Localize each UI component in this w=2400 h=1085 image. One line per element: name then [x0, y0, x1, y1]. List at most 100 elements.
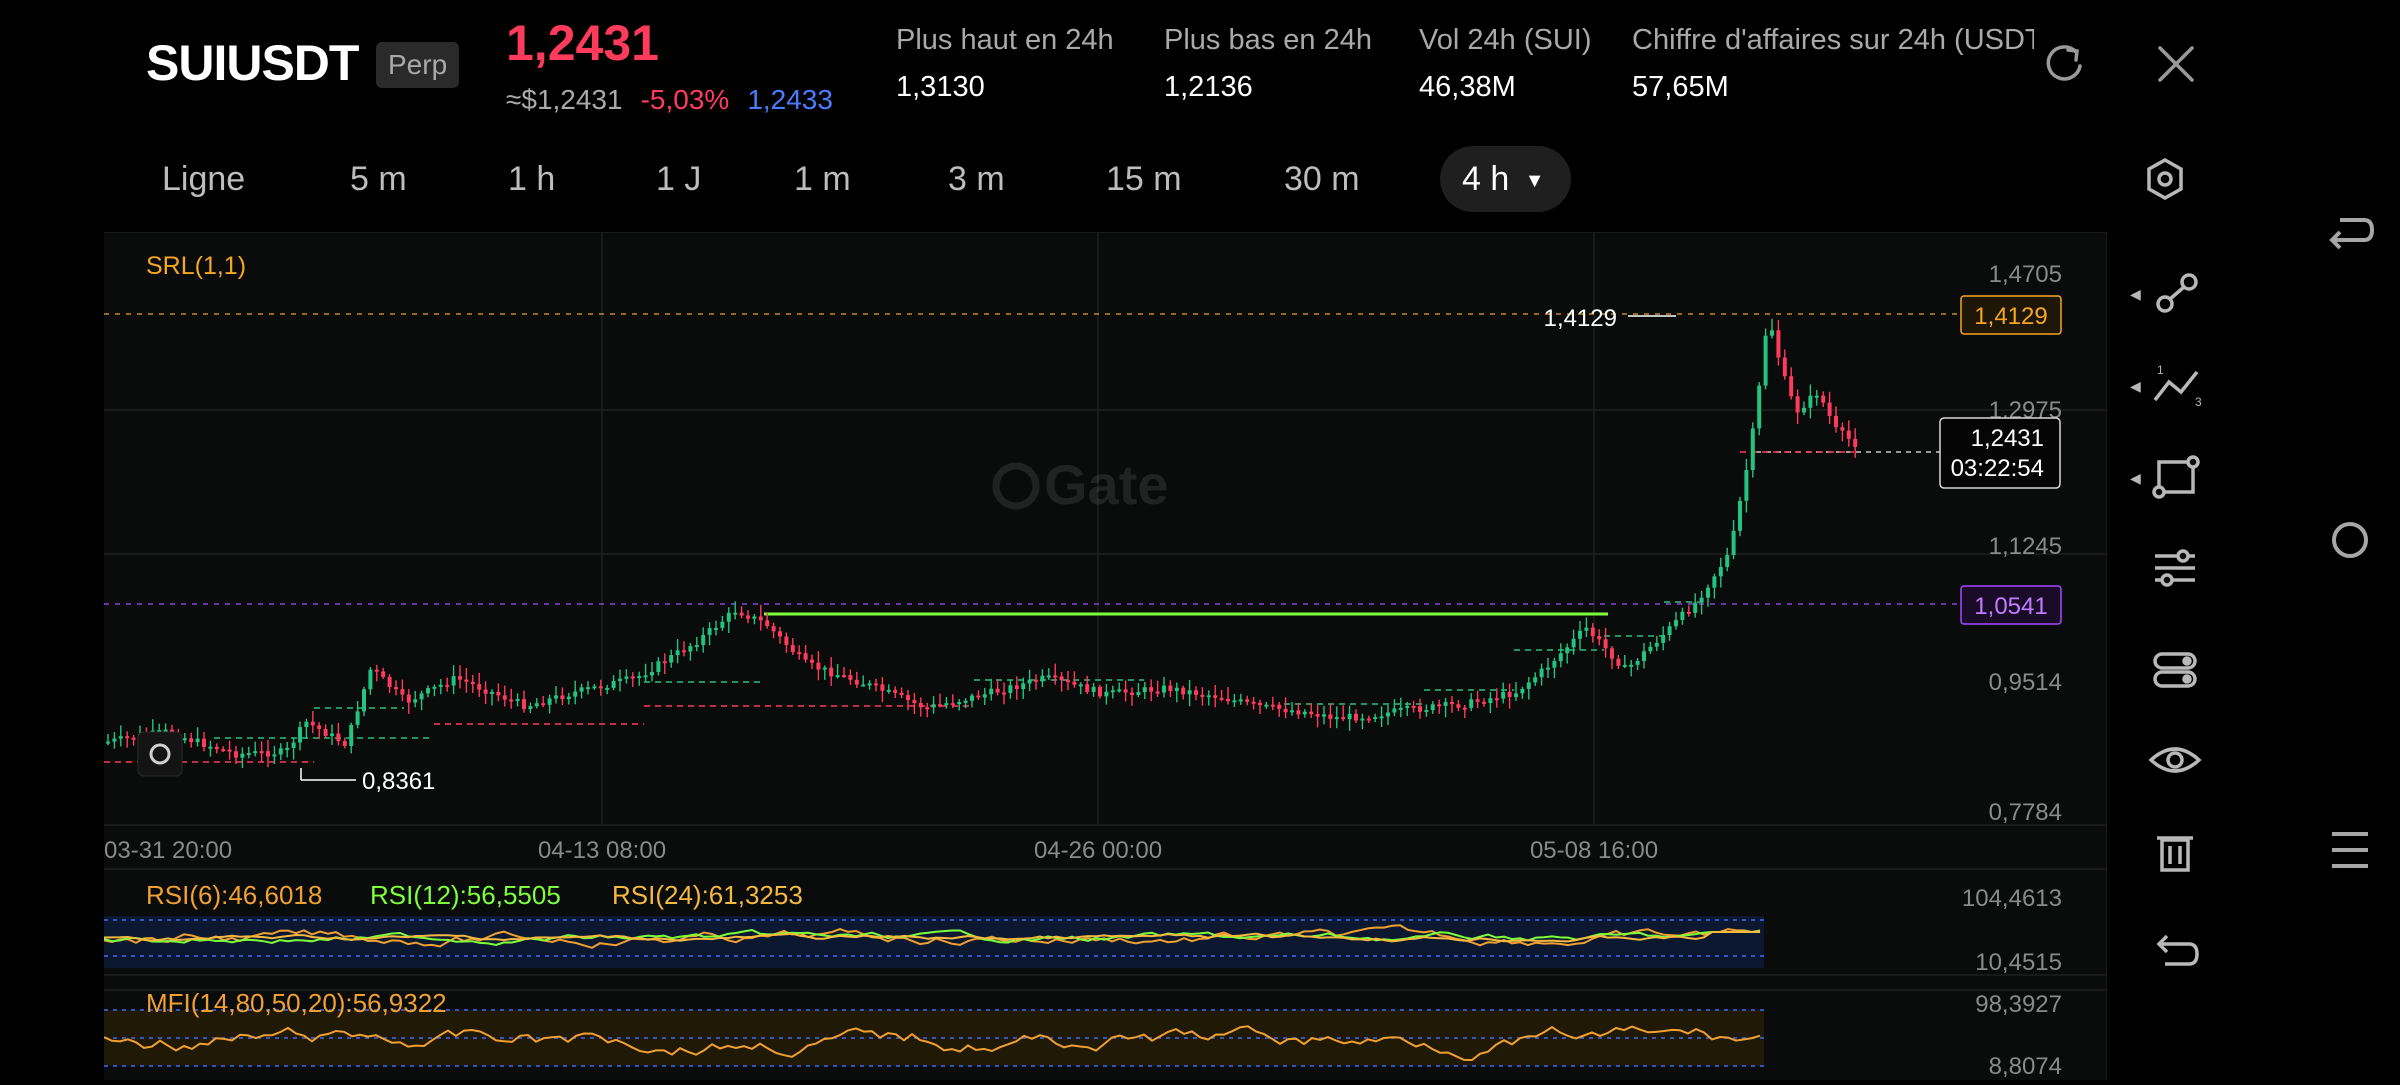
candle	[982, 694, 987, 698]
candle	[784, 636, 789, 645]
candle	[1181, 687, 1186, 695]
rsi6-label: RSI(6):46,6018	[146, 880, 322, 910]
candle	[566, 696, 571, 700]
candle	[1014, 685, 1019, 690]
candle	[1200, 694, 1205, 697]
candle	[195, 738, 200, 743]
stat-turnover-24h: Chiffre d'affaires sur 24h (USDT) 57,65M	[1632, 24, 2034, 104]
layout-icon[interactable]	[2135, 640, 2215, 700]
candle	[182, 738, 187, 741]
candle	[720, 621, 725, 628]
candle	[1533, 677, 1538, 683]
candle	[406, 694, 411, 703]
candle	[304, 721, 309, 728]
candle	[1840, 427, 1845, 431]
tab-ligne[interactable]: Ligne	[140, 146, 267, 212]
tab-30m[interactable]: 30 m	[1262, 146, 1382, 212]
candle	[349, 724, 354, 746]
menu-icon[interactable]	[2310, 820, 2390, 880]
candle	[528, 706, 533, 710]
candle	[675, 650, 680, 656]
price-chart[interactable]: Gate 1,4129 0,8361 SRL(1,1) 1,4705 1,297…	[103, 231, 2106, 1080]
candle	[1046, 675, 1051, 678]
price-tick: 0,7784	[1989, 799, 2062, 826]
candle	[765, 620, 770, 627]
time-tick: 04-26 00:00	[1034, 837, 1162, 864]
candle	[1744, 470, 1749, 501]
tab-3m[interactable]: 3 m	[926, 146, 1027, 212]
candle	[1437, 704, 1442, 707]
home-icon[interactable]	[2310, 510, 2390, 570]
time-tick: 05-08 16:00	[1530, 837, 1658, 864]
candle	[1053, 675, 1058, 678]
candle	[1731, 530, 1736, 555]
candle	[1616, 658, 1621, 666]
candle	[1245, 699, 1250, 702]
candle	[1590, 627, 1595, 637]
candle	[317, 725, 322, 730]
candle	[707, 628, 712, 635]
candle	[534, 703, 539, 707]
undo-icon[interactable]	[2135, 922, 2215, 982]
stat-label: Chiffre d'affaires sur 24h (USDT)	[1632, 24, 2034, 56]
indicator-settings-icon[interactable]	[2135, 538, 2215, 598]
candle	[701, 634, 706, 646]
close-icon[interactable]	[2154, 42, 2198, 86]
tab-5m[interactable]: 5 m	[328, 146, 429, 212]
candle	[950, 703, 955, 706]
delete-icon[interactable]	[2135, 822, 2215, 882]
candle	[752, 616, 757, 619]
candle	[1206, 695, 1211, 698]
visibility-icon[interactable]	[2135, 730, 2215, 790]
candle	[502, 695, 507, 700]
candle	[1162, 685, 1166, 693]
candle	[746, 615, 750, 619]
candle	[605, 687, 610, 690]
candle	[586, 687, 590, 690]
candle	[1526, 682, 1531, 689]
candle	[1520, 688, 1525, 694]
candle	[227, 749, 232, 752]
candle	[1411, 705, 1416, 708]
candle	[509, 699, 514, 702]
candle	[1808, 395, 1813, 408]
candle	[1034, 679, 1038, 682]
chart-area[interactable]: Gate 1,4129 0,8361 SRL(1,1) 1,4705 1,297…	[103, 231, 2240, 1080]
candle	[592, 686, 597, 689]
tab-1h[interactable]: 1 h	[486, 146, 577, 212]
candle	[867, 683, 872, 686]
tab-1m[interactable]: 1 m	[772, 146, 873, 212]
drawing-toolbar: ◀ ◀ 1 3 ◀	[2106, 232, 2241, 1080]
candle	[208, 746, 213, 749]
back-icon[interactable]	[2310, 200, 2390, 260]
price-tick: 1,1245	[1989, 533, 2062, 560]
srl-indicator-label[interactable]: SRL(1,1)	[146, 252, 246, 280]
candle	[1098, 686, 1102, 697]
tab-15m[interactable]: 15 m	[1084, 146, 1204, 212]
trend-line-icon[interactable]: ◀ 1 3	[2130, 356, 2215, 416]
hexagon-settings-icon[interactable]	[2140, 154, 2190, 204]
candle	[1418, 706, 1422, 712]
symbol-title[interactable]: SUIUSDT	[146, 34, 359, 92]
candle	[1341, 717, 1346, 720]
candle	[1328, 714, 1333, 719]
candle	[1027, 679, 1032, 684]
candle	[1270, 704, 1275, 707]
candle	[1322, 714, 1326, 717]
candle	[202, 738, 206, 748]
draw-line-icon[interactable]: ◀	[2130, 264, 2215, 324]
shape-icon[interactable]: ◀	[2130, 448, 2215, 508]
refresh-icon[interactable]	[2040, 40, 2088, 88]
candle	[1853, 438, 1858, 447]
candle	[1264, 704, 1269, 707]
stat-label: Plus haut en 24h	[896, 24, 1114, 56]
candle	[989, 688, 994, 695]
candle	[490, 691, 494, 694]
drawing-handle-icon[interactable]	[137, 731, 183, 777]
candle	[1450, 702, 1454, 705]
candle	[259, 751, 264, 754]
tab-4h[interactable]: 4 h ▼	[1440, 146, 1571, 212]
candle	[682, 650, 686, 653]
tab-1j[interactable]: 1 J	[634, 146, 723, 212]
candle	[1405, 705, 1410, 708]
